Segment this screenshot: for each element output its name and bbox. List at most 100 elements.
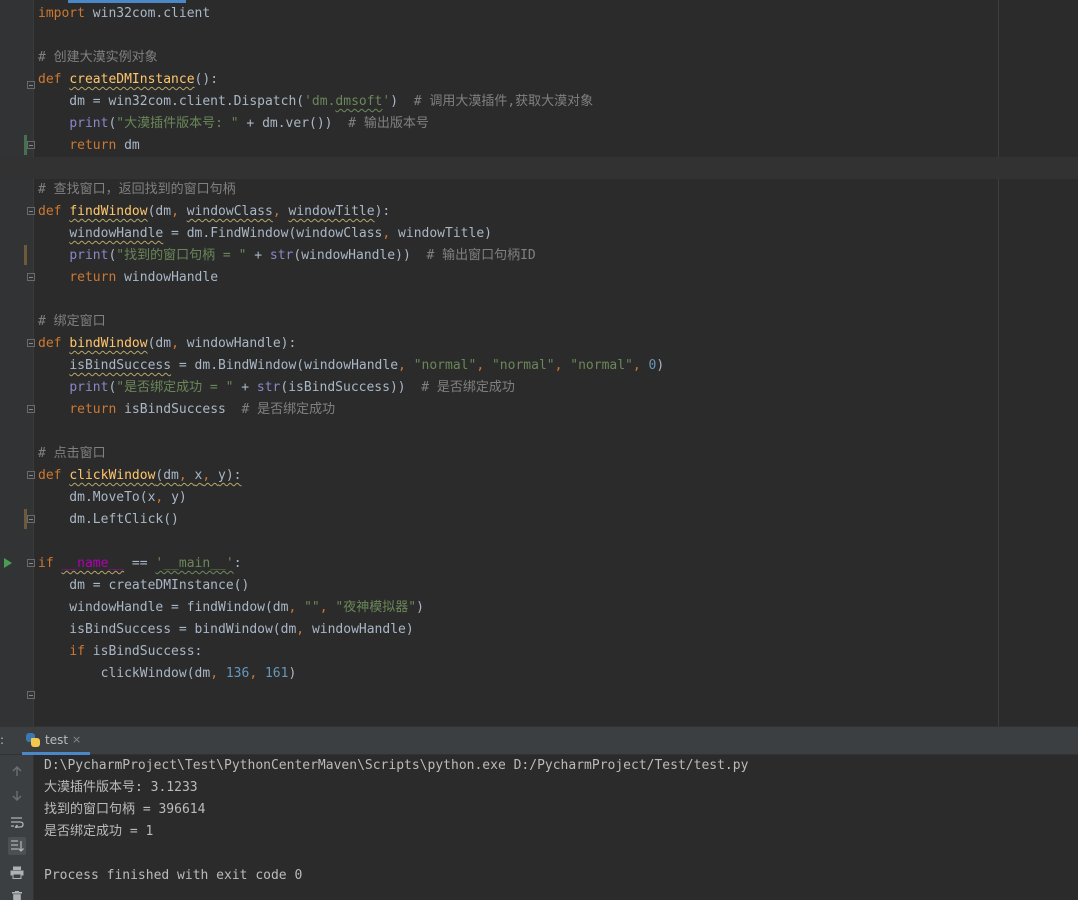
code-token: windowHandle <box>116 270 219 285</box>
code-token: (isBindSuccess)) <box>280 380 422 395</box>
fold-marker-icon[interactable] <box>27 273 35 281</box>
trash-icon[interactable] <box>8 887 26 900</box>
code-line[interactable] <box>38 25 1078 47</box>
code-line[interactable]: # 绑定窗口 <box>38 311 1078 333</box>
code-token: , <box>554 358 571 373</box>
code-token: '__main__' <box>155 556 234 571</box>
run-tab-test[interactable]: test × <box>22 727 90 755</box>
code-token: ) <box>416 600 424 615</box>
code-token: , <box>155 490 172 505</box>
code-token: windowHandle <box>69 226 164 241</box>
code-token: # 是否绑定成功 <box>421 380 515 395</box>
code-token: "是否绑定成功 = " <box>116 380 234 395</box>
code-line[interactable]: def clickWindow(dm, x, y): <box>38 465 1078 487</box>
code-token: dm = win32com.client.Dispatch( <box>38 94 305 109</box>
code-line[interactable]: windowHandle = dm.FindWindow(windowClass… <box>38 223 1078 245</box>
fold-marker-icon[interactable] <box>27 141 35 149</box>
code-token: , <box>272 204 289 219</box>
code-line[interactable] <box>38 289 1078 311</box>
code-editor[interactable]: import win32com.client # 创建大漠实例对象 def crea… <box>0 0 1078 726</box>
code-line[interactable]: dm = win32com.client.Dispatch('dm.dmsoft… <box>38 91 1078 113</box>
console-line: Process finished with exit code 0 <box>44 868 303 883</box>
arrow-down-icon[interactable] <box>8 787 26 805</box>
code-token: ) <box>390 94 414 109</box>
run-arrow-icon[interactable] <box>4 558 12 568</box>
code-token: dm.LeftClick() <box>38 512 179 527</box>
console-line: 大漠插件版本号: 3.1233 <box>44 780 198 795</box>
code-token: clickWindow(dm <box>38 666 211 681</box>
code-token: str <box>256 380 281 395</box>
code-token: if <box>69 644 85 659</box>
code-token: windowHandle = findWindow(dm <box>38 600 289 615</box>
code-token: : <box>233 556 242 571</box>
code-token: isBindSuccess = bindWindow(dm <box>38 622 297 637</box>
code-token: windowHandle) <box>311 622 414 637</box>
code-line[interactable]: print("大漠插件版本号: " + dm.ver()) # 输出版本号 <box>38 113 1078 135</box>
print-icon[interactable] <box>8 863 26 881</box>
editor-gutter[interactable] <box>0 0 35 726</box>
fold-marker-icon[interactable] <box>27 405 35 413</box>
code-token: dmsoft <box>335 94 383 109</box>
code-line[interactable]: return isBindSuccess # 是否绑定成功 <box>38 399 1078 421</box>
code-line[interactable]: dm = createDMInstance() <box>38 575 1078 597</box>
code-token: == <box>124 556 156 571</box>
code-token: dm = createDMInstance() <box>38 578 250 593</box>
code-token: "normal" <box>570 358 633 373</box>
fold-marker-icon[interactable] <box>27 339 35 347</box>
code-line[interactable]: dm.LeftClick() <box>38 509 1078 531</box>
fold-marker-icon[interactable] <box>27 559 35 567</box>
code-token: # 点击窗口 <box>38 446 106 461</box>
code-line[interactable]: def findWindow(dm, windowClass, windowTi… <box>38 201 1078 223</box>
code-line[interactable] <box>0 157 1078 179</box>
code-token: 'dm. <box>304 94 336 109</box>
code-token: windowTitle <box>288 204 375 219</box>
code-token: print <box>69 380 109 395</box>
fold-marker-icon[interactable] <box>27 691 35 699</box>
code-line[interactable]: # 创建大漠实例对象 <box>38 47 1078 69</box>
close-icon[interactable]: × <box>72 733 81 746</box>
code-token: + dm.ver()) <box>238 116 349 131</box>
code-line[interactable]: if __name__ == '__main__': <box>38 553 1078 575</box>
vcs-change-marker <box>24 509 27 529</box>
code-token: # 查找窗口，返回找到的窗口句柄 <box>38 182 236 197</box>
code-lines[interactable]: import win32com.client # 创建大漠实例对象 def crea… <box>0 3 1078 685</box>
code-token: , <box>202 468 219 483</box>
scroll-to-end-icon[interactable] <box>8 837 26 855</box>
fold-marker-icon[interactable] <box>27 471 35 479</box>
code-line[interactable] <box>38 531 1078 553</box>
code-line[interactable]: print("是否绑定成功 = " + str(isBindSuccess)) … <box>38 377 1078 399</box>
code-token: , <box>249 666 265 681</box>
code-token: + <box>246 248 270 263</box>
code-line[interactable]: windowHandle = findWindow(dm, "", "夜神模拟器… <box>38 597 1078 619</box>
code-token: clickWindow <box>69 468 156 483</box>
arrow-up-icon[interactable] <box>8 762 26 780</box>
code-line[interactable] <box>38 421 1078 443</box>
code-line[interactable]: dm.MoveTo(x, y) <box>38 487 1078 509</box>
code-line[interactable]: def createDMInstance(): <box>38 69 1078 91</box>
code-line[interactable]: # 点击窗口 <box>38 443 1078 465</box>
code-line[interactable]: clickWindow(dm, 136, 161) <box>38 663 1078 685</box>
fold-marker-icon[interactable] <box>27 207 35 215</box>
code-token: return <box>69 270 117 285</box>
code-token: , <box>398 358 414 373</box>
code-token: = dm.FindWindow(windowClass <box>163 226 383 241</box>
code-line[interactable]: isBindSuccess = dm.BindWindow(windowHand… <box>38 355 1078 377</box>
vcs-change-marker <box>24 135 27 155</box>
code-line[interactable]: return windowHandle <box>38 267 1078 289</box>
vcs-change-marker <box>24 245 27 265</box>
fold-marker-icon[interactable] <box>27 81 35 89</box>
code-line[interactable]: print("找到的窗口句柄 = " + str(windowHandle)) … <box>38 245 1078 267</box>
code-line[interactable]: return dm <box>38 135 1078 157</box>
code-line[interactable]: def bindWindow(dm, windowHandle): <box>38 333 1078 355</box>
code-line[interactable]: import win32com.client <box>38 3 1078 25</box>
code-line[interactable]: if isBindSuccess: <box>38 641 1078 663</box>
code-token: y): <box>218 468 242 483</box>
fold-marker-icon[interactable] <box>27 515 35 523</box>
console-output[interactable]: D:\PycharmProject\Test\PythonCenterMaven… <box>44 755 1074 887</box>
code-line[interactable]: isBindSuccess = bindWindow(dm, windowHan… <box>38 619 1078 641</box>
code-token: = dm.BindWindow(windowHandle <box>171 358 399 373</box>
soft-wrap-icon[interactable] <box>8 813 26 831</box>
code-line[interactable]: # 查找窗口，返回找到的窗口句柄 <box>38 179 1078 201</box>
